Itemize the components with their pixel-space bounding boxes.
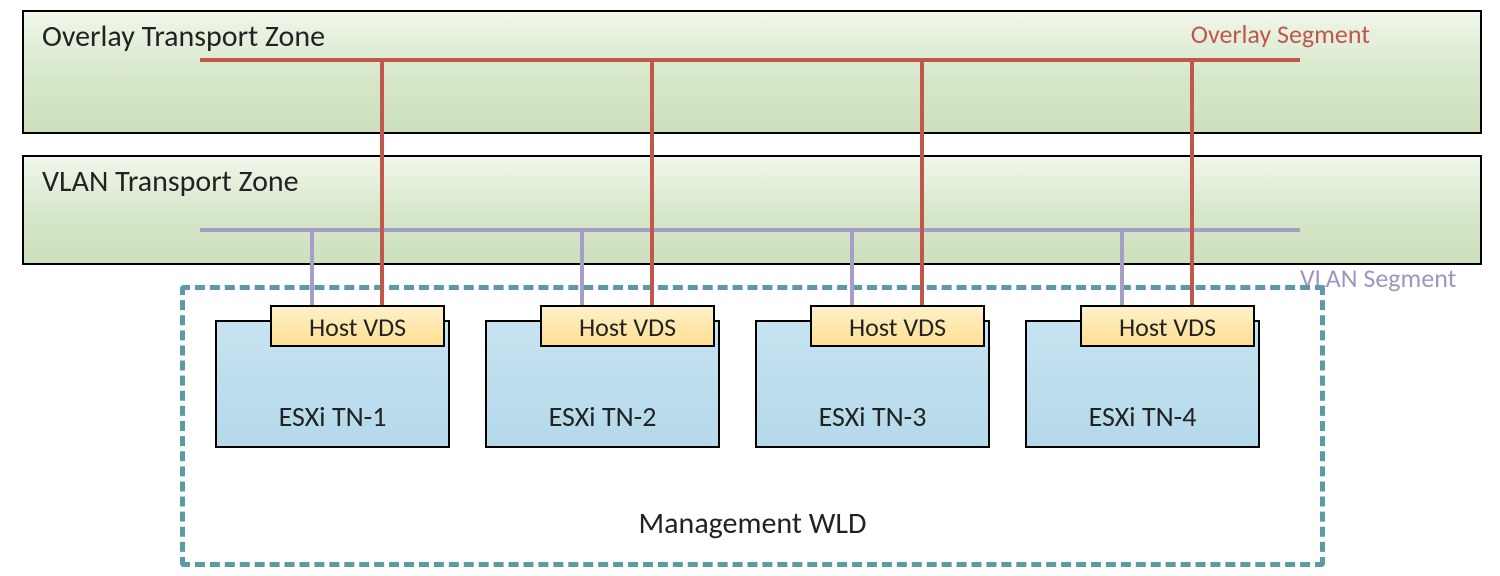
vlan-drop-3: [850, 228, 854, 305]
esxi-host-3-label: ESXi TN-3: [757, 399, 988, 434]
overlay-zone-title: Overlay Transport Zone: [42, 18, 325, 55]
overlay-drop-2: [650, 58, 654, 305]
host-vds-2: Host VDS: [540, 305, 715, 347]
overlay-segment-label: Overlay Segment: [1191, 18, 1370, 50]
management-wld-label: Management WLD: [180, 505, 1325, 542]
overlay-drop-4: [1190, 58, 1194, 305]
esxi-host-2-label: ESXi TN-2: [487, 399, 718, 434]
vlan-segment-hline: [200, 228, 1300, 232]
esxi-host-1-label: ESXi TN-1: [217, 399, 448, 434]
vlan-drop-1: [310, 228, 314, 305]
vlan-zone-title: VLAN Transport Zone: [42, 163, 299, 200]
overlay-segment-hline: [200, 58, 1300, 62]
host-vds-3: Host VDS: [810, 305, 985, 347]
host-vds-4: Host VDS: [1080, 305, 1255, 347]
overlay-transport-zone: Overlay Transport Zone Overlay Segment: [22, 10, 1482, 134]
vlan-drop-4: [1120, 228, 1124, 305]
host-vds-1: Host VDS: [270, 305, 445, 347]
overlay-drop-1: [380, 58, 384, 305]
overlay-drop-3: [920, 58, 924, 305]
esxi-host-4-label: ESXi TN-4: [1027, 399, 1258, 434]
vlan-drop-2: [580, 228, 584, 305]
vlan-transport-zone: VLAN Transport Zone: [22, 155, 1482, 265]
